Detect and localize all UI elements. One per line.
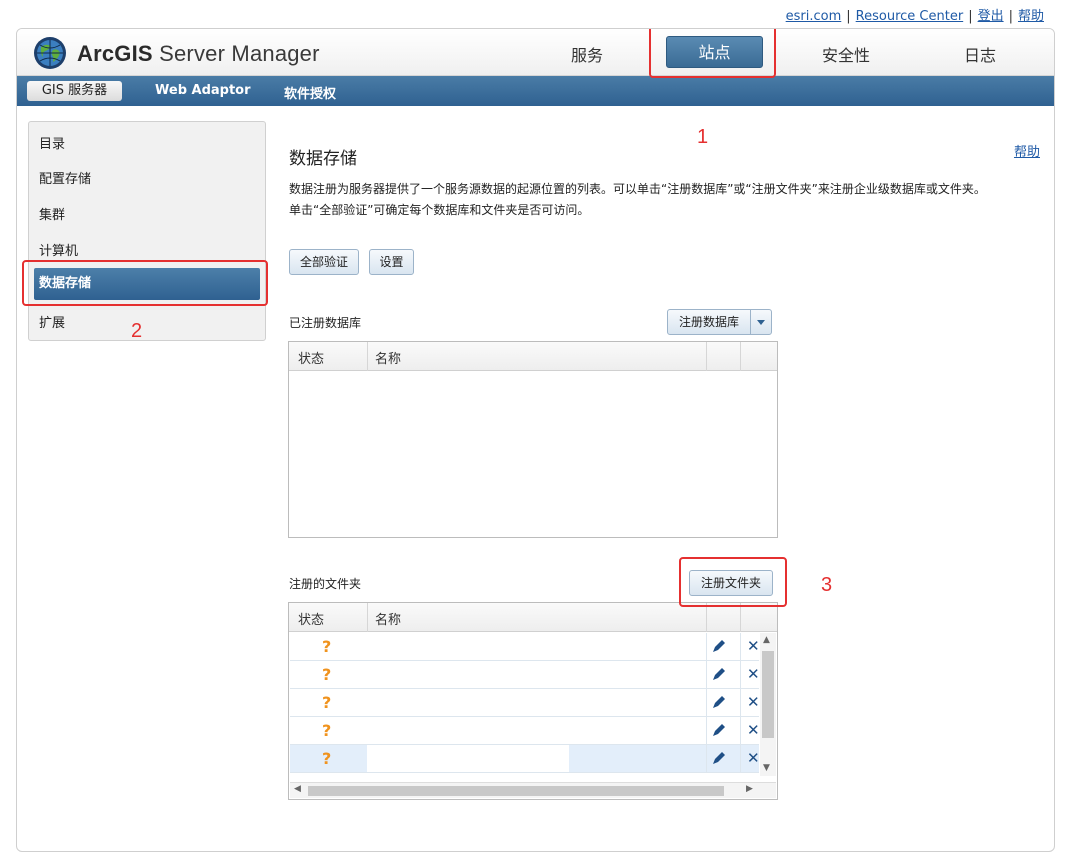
- resource-center-link[interactable]: Resource Center: [856, 9, 964, 24]
- table-row[interactable]: ? ✕: [290, 717, 760, 745]
- separator: |: [1008, 9, 1013, 24]
- app-title-product: Server Manager: [152, 41, 320, 66]
- table-row[interactable]: ? ✕: [290, 661, 760, 689]
- status-unknown-icon: ?: [322, 693, 332, 712]
- sidebar-item-config-store[interactable]: 配置存储: [39, 168, 91, 187]
- annotation-box: [22, 260, 268, 306]
- pencil-icon[interactable]: [710, 693, 728, 711]
- scroll-down-icon[interactable]: ▼: [763, 763, 770, 773]
- app-header: ArcGIS Server Manager 服务 站点 安全性 日志: [17, 29, 1054, 76]
- tab-security[interactable]: 安全性: [822, 42, 870, 66]
- sidebar-item-machines[interactable]: 计算机: [39, 240, 78, 259]
- app-title: ArcGIS Server Manager: [77, 41, 320, 67]
- subtab-licensing[interactable]: 软件授权: [284, 83, 336, 102]
- pencil-icon[interactable]: [710, 749, 728, 767]
- status-unknown-icon: ?: [322, 665, 332, 684]
- vertical-scrollbar[interactable]: ▲ ▼: [760, 633, 776, 776]
- app-title-brand: ArcGIS: [77, 41, 153, 66]
- sidebar-item-extensions[interactable]: 扩展: [39, 312, 65, 331]
- status-unknown-icon: ?: [322, 637, 332, 656]
- annotation-box: [679, 557, 787, 607]
- close-icon[interactable]: ✕: [747, 749, 760, 767]
- table-row[interactable]: ? ✕: [290, 633, 760, 661]
- table-row[interactable]: ? ✕: [290, 745, 760, 773]
- table-row[interactable]: ? ✕: [290, 689, 760, 717]
- subtab-gis-server[interactable]: GIS 服务器: [27, 81, 122, 101]
- close-icon[interactable]: ✕: [747, 637, 760, 655]
- register-database-dropdown[interactable]: [750, 309, 772, 335]
- column-header-name[interactable]: 名称: [375, 609, 401, 628]
- pencil-icon[interactable]: [710, 665, 728, 683]
- description-line: 数据注册为服务器提供了一个服务源数据的起源位置的列表。可以单击“注册数据库”或“…: [289, 182, 986, 196]
- separator: |: [968, 9, 973, 24]
- folder-name-cell: [367, 661, 569, 688]
- page-title: 数据存储: [289, 149, 357, 169]
- folder-name-cell: [367, 745, 569, 772]
- validate-all-button[interactable]: 全部验证: [289, 249, 359, 275]
- sidebar: 目录 配置存储 集群 计算机 数据存储 扩展: [28, 121, 266, 341]
- horizontal-scrollbar[interactable]: ◀ ▶: [290, 782, 776, 798]
- sub-navigation: GIS 服务器 Web Adaptor 软件授权: [17, 76, 1054, 106]
- annotation-box: [649, 29, 776, 78]
- register-database-button[interactable]: 注册数据库: [667, 309, 751, 335]
- scrollbar-thumb[interactable]: [762, 651, 774, 738]
- settings-button[interactable]: 设置: [369, 249, 414, 275]
- page-description: 数据注册为服务器提供了一个服务源数据的起源位置的列表。可以单击“注册数据库”或“…: [289, 179, 1039, 221]
- close-icon[interactable]: ✕: [747, 721, 760, 739]
- scrollbar-thumb[interactable]: [308, 786, 724, 796]
- globe-logo-icon: [34, 37, 66, 69]
- column-header-status[interactable]: 状态: [298, 609, 324, 628]
- tab-services[interactable]: 服务: [571, 42, 603, 66]
- folder-name-cell: [367, 633, 569, 660]
- sidebar-item-clusters[interactable]: 集群: [39, 204, 65, 223]
- status-unknown-icon: ?: [322, 749, 332, 768]
- folders-table: 状态 名称 ? ✕ ? ✕ ? ✕ ? ✕ ? ✕ ▲ ▼ ◀ ▶: [288, 602, 778, 800]
- esri-link[interactable]: esri.com: [786, 9, 842, 24]
- top-help-link[interactable]: 帮助: [1018, 9, 1044, 24]
- scroll-right-icon[interactable]: ▶: [746, 784, 753, 794]
- tab-logs[interactable]: 日志: [964, 42, 996, 66]
- scroll-up-icon[interactable]: ▲: [763, 635, 770, 645]
- top-links: esri.com | Resource Center | 登出 | 帮助: [786, 5, 1044, 24]
- sidebar-item-directories[interactable]: 目录: [39, 133, 65, 152]
- logout-link[interactable]: 登出: [978, 9, 1004, 24]
- pencil-icon[interactable]: [710, 637, 728, 655]
- table-header: 状态 名称: [289, 342, 777, 371]
- status-unknown-icon: ?: [322, 721, 332, 740]
- pencil-icon[interactable]: [710, 721, 728, 739]
- registered-databases-label: 已注册数据库: [289, 316, 362, 330]
- separator: |: [846, 9, 851, 24]
- folder-name-cell: [367, 689, 569, 716]
- registered-folders-label: 注册的文件夹: [289, 577, 362, 591]
- page-help-link[interactable]: 帮助: [1014, 141, 1040, 160]
- subtab-web-adaptor[interactable]: Web Adaptor: [155, 83, 251, 98]
- close-icon[interactable]: ✕: [747, 665, 760, 683]
- annotation-number: 2: [131, 320, 143, 342]
- annotation-number: 3: [821, 574, 833, 596]
- scroll-left-icon[interactable]: ◀: [294, 784, 301, 794]
- description-line: 单击“全部验证”可确定每个数据库和文件夹是否可访问。: [289, 203, 590, 217]
- table-header: 状态 名称: [289, 603, 777, 632]
- column-header-name[interactable]: 名称: [375, 348, 401, 367]
- chevron-down-icon: [757, 320, 765, 325]
- app-frame: ArcGIS Server Manager 服务 站点 安全性 日志 GIS 服…: [16, 28, 1055, 852]
- close-icon[interactable]: ✕: [747, 693, 760, 711]
- column-header-status[interactable]: 状态: [298, 348, 324, 367]
- annotation-number: 1: [697, 126, 709, 148]
- databases-table: 状态 名称: [288, 341, 778, 538]
- folder-name-cell: [367, 717, 569, 744]
